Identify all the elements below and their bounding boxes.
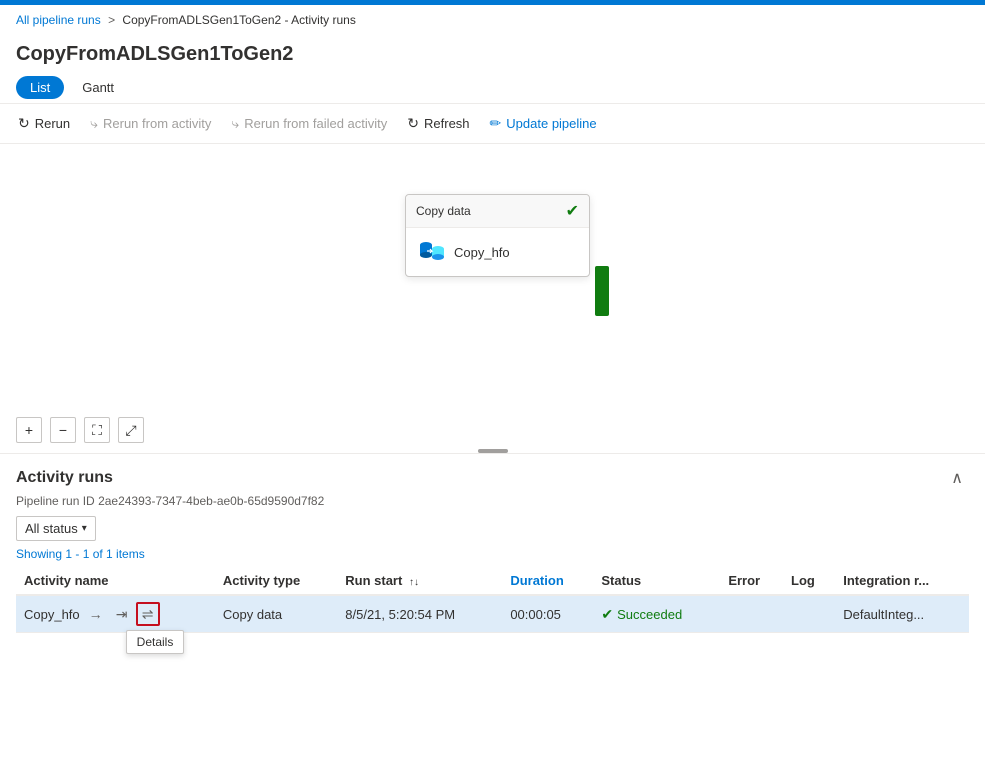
rerun-label: Rerun [35,116,70,131]
canvas-controls: + − ⛶ ⤢ [16,417,144,443]
expand-icon: ⤢ [125,422,136,439]
refresh-button[interactable]: ↻ Refresh [397,110,479,137]
chevron-down-icon: ▾ [82,523,87,534]
details-icon[interactable]: ⇌ [136,602,160,626]
rerun-from-failed-icon: ⤷ [231,115,239,132]
cell-status: ✔ Succeeded [593,595,720,633]
status-filter-dropdown[interactable]: All status ▾ [16,516,96,541]
row-actions: → ⇥ ⇌ Details [84,602,160,626]
fit-view-icon: ⛶ [92,422,102,439]
cell-integration: DefaultInteg... [835,595,969,633]
details-tooltip: Details [126,630,185,654]
horizontal-scrollbar[interactable] [478,449,508,453]
update-pipeline-button[interactable]: ✏ Update pipeline [480,110,607,137]
status-filter-label: All status [25,521,78,536]
refresh-icon: ↻ [407,115,419,132]
rerun-from-activity-label: Rerun from activity [103,116,211,131]
col-header-activity-type: Activity type [215,567,337,595]
copy-data-icon [418,238,446,266]
cell-run-start: 8/5/21, 5:20:54 PM [337,595,502,633]
pipeline-run-id-value: 2ae24393-7347-4beb-ae0b-65d9590d7f82 [98,494,324,508]
cell-error [720,595,783,633]
tab-list[interactable]: List [16,76,64,99]
rerun-from-failed-label: Rerun from failed activity [244,116,387,131]
breadcrumb-current: CopyFromADLSGen1ToGen2 - Activity runs [122,13,355,27]
refresh-label: Refresh [424,116,470,131]
success-check-icon: ✔ [601,606,613,623]
node-success-icon: ✔ [566,201,579,221]
cell-duration: 00:00:05 [502,595,593,633]
col-header-activity-name: Activity name [16,567,215,595]
node-card-name: Copy_hfo [454,245,510,260]
status-success-badge: ✔ Succeeded [601,606,712,623]
activity-runs-section: Activity runs ∧ Pipeline run ID 2ae24393… [0,454,985,633]
table-row[interactable]: Copy_hfo → ⇥ ⇌ Details Copy data 8/5/21,… [16,595,969,633]
output-icon[interactable]: ⇥ [110,602,134,626]
col-header-status: Status [593,567,720,595]
zoom-in-button[interactable]: + [16,417,42,443]
tab-gantt[interactable]: Gantt [68,76,128,99]
activity-name-text: Copy_hfo [24,607,80,622]
col-header-integration: Integration r... [835,567,969,595]
node-card: Copy data ✔ Copy_hfo [405,194,590,277]
toolbar: ↻ Rerun ⤷ Rerun from activity ⤷ Rerun fr… [0,104,985,144]
col-header-run-start[interactable]: Run start ↑↓ [337,567,502,595]
canvas-pipeline-node [595,266,609,316]
pipeline-canvas: Copy data ✔ Copy_hfo + [0,144,985,454]
breadcrumb: All pipeline runs > CopyFromADLSGen1ToGe… [0,5,985,35]
rerun-icon: ↻ [18,115,30,132]
update-pipeline-label: Update pipeline [506,116,596,131]
col-header-error: Error [720,567,783,595]
input-icon[interactable]: → [84,602,108,626]
rerun-from-failed-button[interactable]: ⤷ Rerun from failed activity [221,110,397,137]
rerun-from-activity-icon: ⤷ [90,115,98,132]
status-text: Succeeded [617,607,682,622]
rerun-button[interactable]: ↻ Rerun [8,110,80,137]
expand-button[interactable]: ⤢ [118,417,144,443]
pipeline-run-id: Pipeline run ID 2ae24393-7347-4beb-ae0b-… [16,494,969,508]
page-title: CopyFromADLSGen1ToGen2 [0,35,985,72]
cell-activity-name: Copy_hfo → ⇥ ⇌ Details [16,595,215,633]
node-card-header: Copy data ✔ [406,195,589,228]
tab-bar: List Gantt [0,72,985,104]
sort-icon: ↑↓ [409,577,419,588]
breadcrumb-all-runs[interactable]: All pipeline runs [16,13,101,27]
col-header-log: Log [783,567,835,595]
table-header-row: Activity name Activity type Run start ↑↓… [16,567,969,595]
cell-activity-type: Copy data [215,595,337,633]
fit-view-button[interactable]: ⛶ [84,417,110,443]
rerun-from-activity-button[interactable]: ⤷ Rerun from activity [80,110,221,137]
pipeline-run-id-label: Pipeline run ID [16,494,95,508]
col-header-duration[interactable]: Duration [502,567,593,595]
runs-title: Activity runs [16,469,113,487]
update-icon: ✏ [490,115,502,132]
activity-runs-table: Activity name Activity type Run start ↑↓… [16,567,969,633]
breadcrumb-separator: > [108,13,115,27]
cell-log [783,595,835,633]
collapse-button[interactable]: ∧ [945,466,969,490]
showing-count: Showing 1 - 1 of 1 items [16,547,969,561]
runs-header: Activity runs ∧ [16,466,969,490]
zoom-out-button[interactable]: − [50,417,76,443]
node-card-body: Copy_hfo [406,228,589,276]
node-card-title: Copy data [416,204,471,218]
